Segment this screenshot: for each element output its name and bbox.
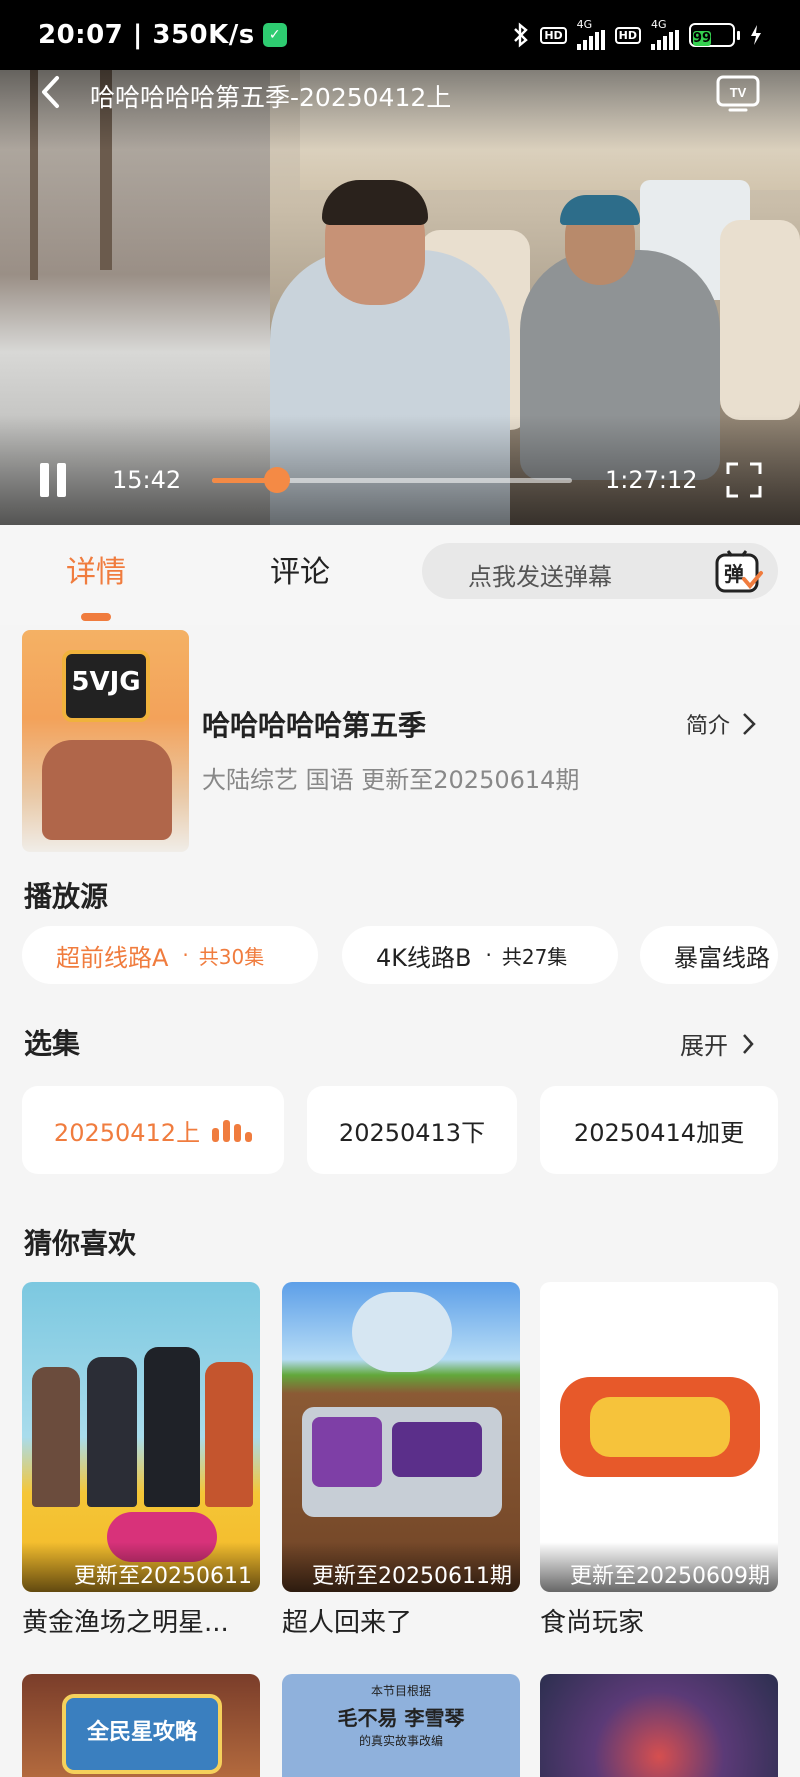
episode-label: 20250414加更 — [573, 1118, 745, 1147]
recommend-heading: 猜你喜欢 — [24, 1227, 137, 1260]
source-name: 4K线路B — [376, 943, 472, 972]
expand-label: 展开 — [680, 1032, 728, 1060]
tv-icon: TV — [716, 75, 760, 112]
status-time: 20:07 | 350K/s — [38, 20, 255, 50]
tab-details[interactable]: 详情 — [66, 547, 126, 621]
danmu-icon-text: 弹 — [724, 562, 744, 586]
charging-icon — [750, 24, 762, 46]
recommend-card[interactable]: 更新至20250611期 超人回来了 — [282, 1282, 520, 1639]
show-poster[interactable]: 5VJG — [22, 630, 189, 852]
danmu-placeholder: 点我发送弹幕 — [468, 563, 612, 591]
battery-level: 99 — [693, 31, 712, 46]
recommend-card[interactable]: 更新至20250609期 食尚玩家 — [540, 1282, 778, 1639]
recommend-title: 超人回来了 — [282, 1608, 413, 1638]
tv-label: TV — [730, 85, 747, 100]
recommend-card-partial[interactable] — [540, 1674, 778, 1777]
source-chip[interactable]: 暴富线路 — [640, 926, 778, 984]
back-button[interactable] — [38, 72, 74, 112]
status-icons: HD 4G HD 4G 99 — [512, 18, 762, 50]
chevron-right-icon — [743, 713, 756, 735]
fullscreen-button[interactable] — [726, 462, 762, 498]
recommend-thumbnail: 更新至20250611 — [22, 1282, 260, 1592]
tv-cast-button[interactable]: TV — [716, 75, 760, 112]
episode-label: 20250413下 — [338, 1118, 486, 1147]
recommend-title: 食尚玩家 — [540, 1608, 645, 1638]
show-title: 哈哈哈哈哈第五季 — [202, 709, 427, 742]
intro-label: 简介 — [686, 714, 731, 739]
show-meta: 大陆综艺 国语 更新至20250614期 — [202, 766, 580, 794]
source-name: 暴富线路 — [674, 943, 770, 972]
show-logo: 5VJG — [62, 650, 150, 722]
recommend-title: 黄金渔场之明星... — [22, 1608, 229, 1638]
recommend-card[interactable]: 更新至20250611 黄金渔场之明星... — [22, 1282, 260, 1639]
partial-caption: 本节目根据 — [370, 1684, 431, 1698]
danmu-icon[interactable]: 弹 — [714, 549, 764, 595]
status-bar: 20:07 | 350K/s ✓ HD 4G HD 4G 99 — [0, 0, 800, 70]
episode-item[interactable]: 20250412上 — [22, 1086, 284, 1174]
hd-badge-2: HD — [614, 26, 641, 44]
back-arrow-icon — [42, 76, 59, 108]
signal-2: 4G — [651, 18, 679, 50]
video-title: 哈哈哈哈哈第五季-20250412上 — [90, 83, 452, 112]
source-chip[interactable]: 超前线路A · 共30集 — [22, 926, 318, 984]
network-type-2: 4G — [651, 18, 667, 31]
recommend-card-partial[interactable]: 本节目根据 毛不易 李雪琴 的真实故事改编 — [282, 1674, 520, 1777]
pause-button[interactable] — [40, 463, 72, 499]
source-count: 共30集 — [198, 944, 265, 969]
update-badge: 更新至20250611期 — [282, 1542, 520, 1592]
source-count: 共27集 — [501, 944, 568, 969]
episode-label: 20250412上 — [53, 1118, 201, 1147]
signal-bars-icon — [651, 30, 679, 50]
source-sep: · — [485, 943, 492, 967]
episode-item[interactable]: 20250413下 — [307, 1086, 517, 1174]
episodes-heading: 选集 — [24, 1027, 81, 1060]
current-time: 15:42 — [112, 466, 182, 494]
recommend-card-partial[interactable]: 全民星攻略 — [22, 1674, 260, 1777]
episode-item[interactable]: 20250414加更 — [540, 1086, 778, 1174]
battery-icon: 99 — [689, 23, 740, 47]
update-badge: 更新至20250609期 — [540, 1542, 778, 1592]
signal-1: 4G — [576, 18, 605, 50]
playing-bars-icon — [212, 1118, 253, 1142]
signal-bars-icon — [576, 30, 605, 50]
source-sep: · — [182, 943, 189, 967]
danmu-input[interactable]: 点我发送弹幕 弹 — [422, 543, 778, 599]
tab-comments[interactable]: 评论 — [270, 547, 330, 591]
bluetooth-icon — [512, 22, 530, 48]
partial-caption: 毛不易 李雪琴 — [337, 1706, 465, 1730]
expand-button[interactable]: 展开 — [680, 1026, 754, 1061]
recommend-thumbnail: 更新至20250611期 — [282, 1282, 520, 1592]
progress-slider[interactable] — [212, 467, 572, 493]
shield-icon: ✓ — [262, 23, 287, 47]
intro-button[interactable]: 简介 — [686, 708, 756, 740]
source-name: 超前线路A — [56, 943, 169, 972]
progress-knob[interactable] — [263, 467, 290, 493]
fullscreen-icon — [726, 462, 762, 498]
network-type-1: 4G — [576, 18, 593, 31]
partial-title: 全民星攻略 — [62, 1694, 222, 1774]
sources-heading: 播放源 — [24, 880, 109, 913]
update-badge: 更新至20250611 — [22, 1542, 260, 1592]
hd-badge: HD — [540, 26, 567, 44]
total-time: 1:27:12 — [605, 466, 698, 494]
recommend-thumbnail: 更新至20250609期 — [540, 1282, 778, 1592]
partial-caption: 的真实故事改编 — [358, 1734, 443, 1748]
chevron-right-icon — [743, 1033, 754, 1054]
video-player[interactable] — [0, 70, 800, 525]
detail-tabs: 详情 评论 点我发送弹幕 弹 — [0, 525, 800, 625]
source-chip[interactable]: 4K线路B · 共27集 — [342, 926, 618, 984]
